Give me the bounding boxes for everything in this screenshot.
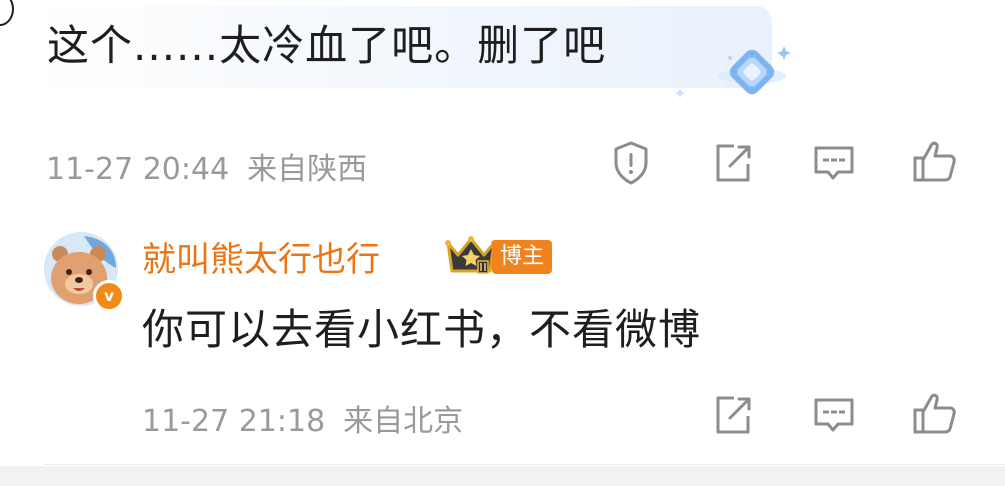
- comment-location: 来自陕西: [247, 152, 368, 187]
- comment-time: 11-27 20:44: [46, 152, 230, 187]
- comment-meta: 11-27 20:44 来自陕西: [46, 144, 385, 188]
- reply-username[interactable]: 就叫熊太行也行: [142, 232, 380, 281]
- divider: [44, 464, 1005, 465]
- thumbs-up-icon[interactable]: [910, 388, 960, 438]
- comment-text: 这个......太冷血了吧。删了吧: [47, 21, 607, 70]
- bottom-separator: [0, 466, 1005, 486]
- warning-shield-icon[interactable]: [606, 138, 656, 188]
- reply-time: 11-27 21:18: [142, 404, 326, 439]
- previous-avatar-edge: [0, 0, 14, 26]
- reply-location: 来自北京: [343, 404, 464, 439]
- reply-text: 你可以去看小红书，不看微博: [142, 305, 702, 354]
- verified-v-icon: v: [93, 280, 125, 312]
- reply-meta: 11-27 21:18 来自北京: [142, 396, 481, 440]
- crown-level-icon: [445, 236, 497, 274]
- diamond-decoration-icon: [675, 46, 791, 98]
- author-badge: 博主: [492, 240, 553, 274]
- comment-bubble-icon[interactable]: [809, 390, 859, 440]
- thumbs-up-icon[interactable]: [910, 136, 960, 186]
- share-edit-icon[interactable]: [708, 138, 758, 188]
- share-edit-icon[interactable]: [708, 390, 758, 440]
- comment-bubble-icon[interactable]: [809, 138, 859, 188]
